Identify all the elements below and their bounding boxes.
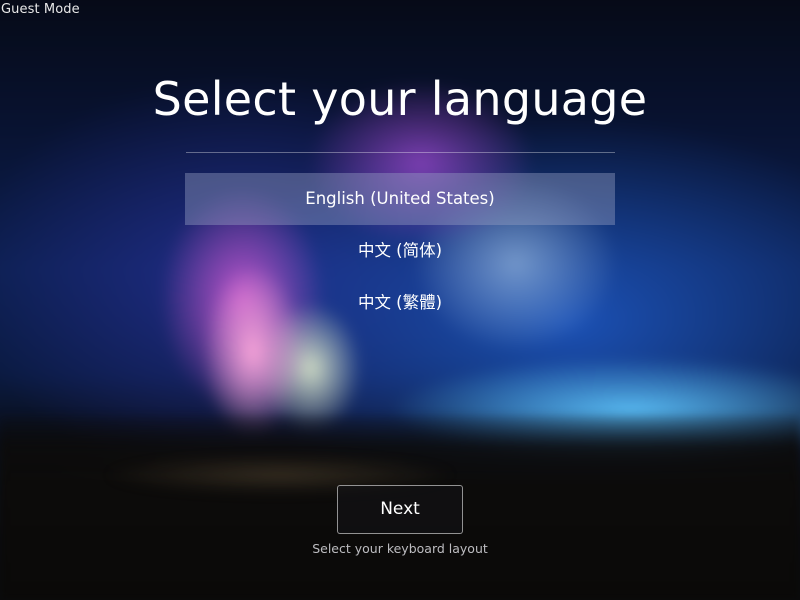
keyboard-layout-link[interactable]: Select your keyboard layout (0, 541, 800, 556)
language-setup-screen: Guest Mode Select your language English … (0, 0, 800, 600)
guest-mode-label: Guest Mode (1, 2, 80, 17)
next-button[interactable]: Next (337, 485, 463, 534)
language-list: English (United States) 中文 (简体) 中文 (繁體) (185, 173, 615, 329)
language-item-chinese-simplified[interactable]: 中文 (简体) (185, 225, 615, 277)
page-title: Select your language (152, 72, 648, 126)
language-item-chinese-traditional[interactable]: 中文 (繁體) (185, 277, 615, 329)
language-item-english-us[interactable]: English (United States) (185, 173, 615, 225)
title-divider (186, 152, 615, 153)
